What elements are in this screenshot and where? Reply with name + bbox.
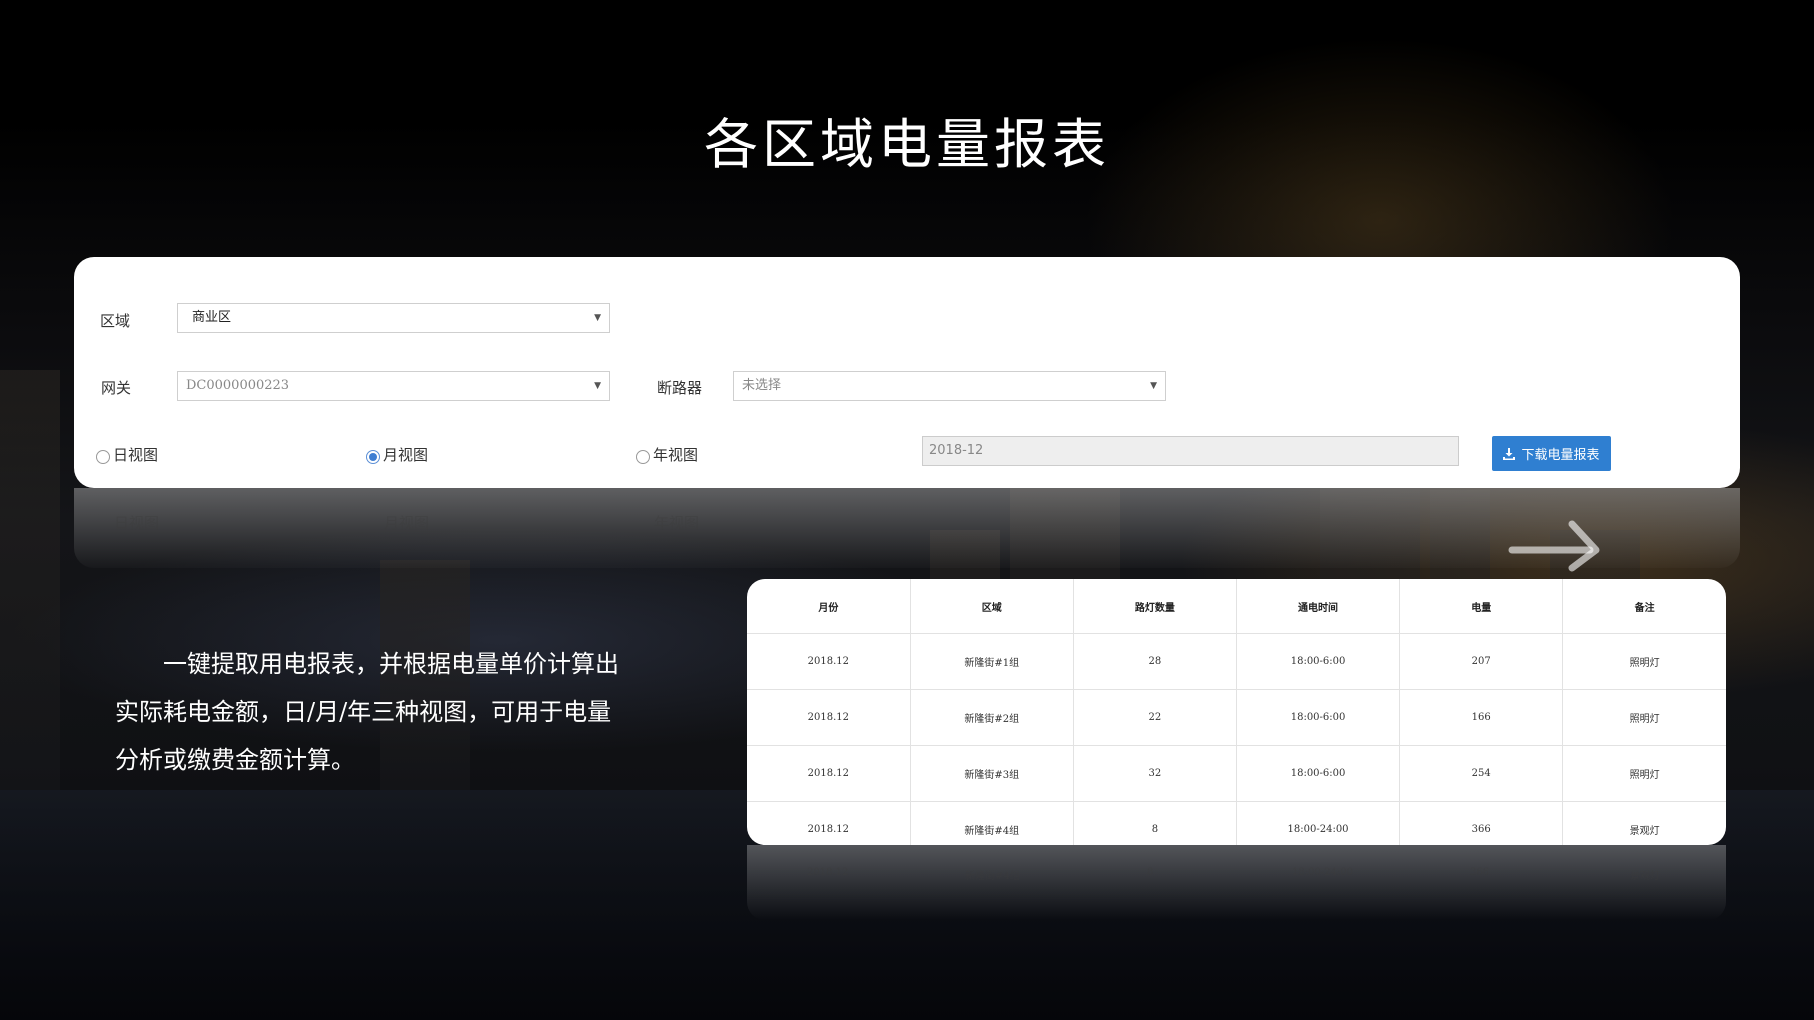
cell-energy: 166	[1399, 689, 1564, 746]
cell-lamp-count: 22	[1073, 689, 1237, 746]
radio-day-label: 日视图	[113, 446, 159, 464]
table-row: 2018.12 新隆街#4组 8 18:00-24:00 366 景观灯	[747, 801, 1726, 845]
cell-power-time: 18:00-24:00	[1236, 801, 1401, 845]
arrow-right-icon	[1508, 520, 1600, 572]
cell-month: 2018.12	[747, 633, 911, 690]
cell-month: 2018.12	[747, 689, 911, 746]
col-note: 备注	[1562, 579, 1726, 634]
reflection-month-label: 月视图	[384, 514, 430, 532]
cell-lamp-count: 28	[1073, 633, 1237, 690]
gateway-select[interactable]: DC0000000223 ▼	[177, 371, 610, 401]
cell-energy: 366	[1399, 801, 1564, 845]
radio-unchecked-icon	[636, 449, 650, 464]
radio-unchecked-icon	[96, 449, 110, 464]
cell-power-time: 18:00-6:00	[1236, 633, 1401, 690]
cell-area: 新隆街#2组	[910, 689, 1074, 746]
feature-description: 一键提取用电报表，并根据电量单价计算出实际耗电金额，日/月/年三种视图，可用于电…	[115, 650, 619, 774]
radio-month-label: 月视图	[383, 446, 429, 464]
chevron-down-icon: ▼	[1150, 381, 1157, 391]
gateway-select-value: DC0000000223	[186, 378, 290, 393]
chevron-down-icon: ▼	[594, 381, 601, 391]
reflection-cell: 2018.12	[807, 867, 849, 878]
breaker-select[interactable]: 未选择 ▼	[733, 371, 1166, 401]
area-label: 区域	[100, 312, 131, 330]
breaker-label: 断路器	[657, 379, 703, 397]
reflection-cell: 景观灯	[1630, 871, 1660, 882]
download-report-button[interactable]: 下载电量报表	[1492, 436, 1611, 471]
cell-area: 新隆街#3组	[910, 745, 1074, 802]
cell-month: 2018.12	[747, 745, 911, 802]
chevron-down-icon: ▼	[594, 313, 601, 323]
cell-energy: 207	[1399, 633, 1564, 690]
cell-area: 新隆街#1组	[910, 633, 1074, 690]
radio-month-view[interactable]: 月视图	[366, 444, 428, 465]
date-input[interactable]: 2018-12	[922, 436, 1459, 466]
area-select-value: 商业区	[192, 310, 232, 325]
table-row: 2018.12 新隆街#2组 22 18:00-6:00 166 照明灯	[747, 689, 1726, 746]
report-table-card: 月份 区域 路灯数量 通电时间 电量 备注 2018.12 新隆街#1组 28 …	[747, 579, 1726, 845]
radio-year-view[interactable]: 年视图	[636, 444, 698, 465]
radio-year-label: 年视图	[653, 446, 699, 464]
report-table: 月份 区域 路灯数量 通电时间 电量 备注 2018.12 新隆街#1组 28 …	[747, 579, 1726, 845]
area-select[interactable]: 商业区 ▼	[177, 303, 610, 333]
cell-area: 新隆街#4组	[910, 801, 1074, 845]
download-icon	[1503, 447, 1516, 460]
cell-power-time: 18:00-6:00	[1236, 745, 1401, 802]
radio-day-view[interactable]: 日视图	[96, 444, 158, 465]
cell-note: 照明灯	[1562, 633, 1726, 690]
reflection-year-label: 年视图	[654, 514, 700, 532]
reflection-day-label: 日视图	[114, 514, 160, 532]
cell-month: 2018.12	[747, 801, 911, 845]
table-row: 2018.12 新隆街#1组 28 18:00-6:00 207 照明灯	[747, 633, 1726, 690]
cell-energy: 254	[1399, 745, 1564, 802]
col-energy: 电量	[1399, 579, 1564, 634]
col-area: 区域	[910, 579, 1074, 634]
table-row: 2018.12 新隆街#3组 32 18:00-6:00 254 照明灯	[747, 745, 1726, 802]
cell-lamp-count: 32	[1073, 745, 1237, 802]
cell-note: 照明灯	[1562, 745, 1726, 802]
cell-note: 景观灯	[1629, 826, 1660, 837]
gateway-label: 网关	[101, 379, 132, 397]
cell-power-time: 18:00-6:00	[1236, 689, 1401, 746]
reflection-cell: 366	[1470, 867, 1490, 878]
table-header-row: 月份 区域 路灯数量 通电时间 电量 备注	[747, 579, 1726, 634]
col-lamp-count: 路灯数量	[1073, 579, 1237, 634]
page-title: 各区域电量报表	[704, 113, 1110, 176]
radio-checked-icon	[366, 449, 380, 464]
cell-note: 照明灯	[1562, 689, 1726, 746]
download-report-label: 下载电量报表	[1521, 448, 1600, 463]
breaker-select-value: 未选择	[742, 378, 782, 393]
table-reflection: 2018.12 新隆街#4组 8 18:00-24:00 366 景观灯	[747, 845, 1726, 920]
reflection-cell: 8	[1147, 867, 1154, 878]
panel-reflection: 日视图 月视图 年视图	[74, 488, 1740, 568]
reflection-cell: 新隆街#4组	[965, 871, 1020, 882]
col-power-time: 通电时间	[1236, 579, 1401, 634]
reflection-cell: 18:00-24:00	[1292, 867, 1354, 878]
cell-lamp-count: 8	[1073, 801, 1237, 845]
col-month: 月份	[747, 579, 911, 634]
